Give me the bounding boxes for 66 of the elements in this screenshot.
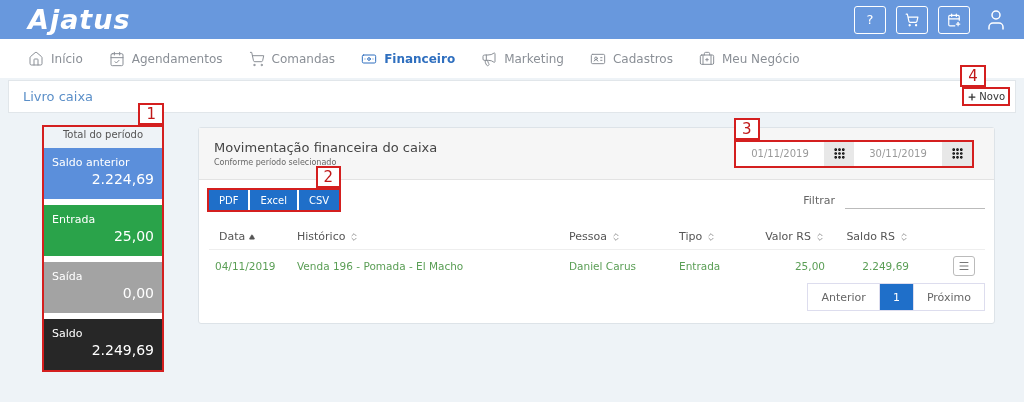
page-title: Livro caixa: [23, 89, 94, 104]
total-value: 2.224,69: [91, 171, 154, 187]
column-header[interactable]: Tipo: [679, 230, 741, 243]
page-button[interactable]: 1: [878, 283, 914, 311]
total-label: Saldo: [52, 327, 84, 340]
column-header[interactable]: Saldo RS: [825, 230, 909, 243]
panel-title: Movimentação financeira do caixa: [214, 140, 438, 155]
export-button[interactable]: CSV: [299, 190, 340, 210]
sort-icon: [610, 231, 621, 242]
grid-icon: [950, 147, 964, 160]
total-value: 2.249,69: [91, 342, 154, 358]
sort-icon: [899, 231, 909, 242]
logo: Ajatus: [28, 4, 131, 35]
table-cell-text: 25,00: [793, 259, 825, 272]
table-cell-text: 2.249,69: [861, 259, 909, 272]
total-label: Saldo anterior: [52, 156, 131, 169]
calendar-icon: [947, 12, 961, 27]
cart-icon: [248, 50, 265, 67]
table-cell-text: Venda 196 - Pomada - El Macho: [297, 259, 465, 272]
callout-number: 4: [960, 65, 986, 87]
grid-icon: [832, 147, 846, 160]
column-header[interactable]: Pessoa: [569, 230, 679, 243]
row-menu-button[interactable]: [953, 255, 975, 276]
nav-tab[interactable]: Agendamentos: [108, 50, 223, 67]
table-cell-text: Daniel Carus: [569, 259, 637, 272]
export-button[interactable]: Excel: [250, 190, 297, 210]
nav-tab[interactable]: Início: [28, 50, 83, 67]
nav-tab[interactable]: Meu Negócio: [698, 50, 800, 67]
column-header[interactable]: Valor RS: [741, 230, 825, 243]
sort-icon: [349, 231, 360, 242]
page-button[interactable]: Anterior: [807, 283, 880, 311]
calendar-button[interactable]: [942, 141, 972, 166]
cart-icon: [905, 12, 919, 27]
total-value: 0,00: [122, 285, 154, 301]
column-header[interactable]: Histórico: [297, 230, 569, 243]
briefcase-icon: [698, 50, 715, 67]
cart-button[interactable]: [896, 5, 928, 34]
sort-up-icon: [249, 233, 256, 240]
nav-tab[interactable]: Marketing: [481, 50, 564, 67]
nav-tab[interactable]: Financeiro: [361, 50, 456, 67]
plus-icon: [967, 91, 978, 102]
panel-subtitle: Conforme período selecionado: [214, 158, 338, 167]
callout-number: 1: [138, 103, 164, 125]
total-label: Entrada: [52, 213, 97, 226]
nav-tab[interactable]: Comandas: [248, 50, 336, 67]
callout-number: 2: [315, 166, 342, 188]
megaphone-icon: [481, 50, 498, 67]
page-button[interactable]: Próximo: [912, 283, 985, 311]
table-cell-text: Entrada: [679, 259, 722, 272]
help-button[interactable]: ?: [854, 5, 886, 34]
date-field[interactable]: 30/11/2019: [854, 141, 942, 166]
filter-label: Filtrar: [803, 193, 835, 207]
house-icon: [28, 50, 44, 67]
date-field[interactable]: 01/11/2019: [736, 141, 824, 166]
export-button[interactable]: PDF: [209, 190, 249, 210]
calendar-icon: [108, 50, 125, 67]
calendar-button[interactable]: [824, 141, 854, 166]
nav-tab[interactable]: Cadastros: [589, 50, 673, 67]
total-label: Saída: [52, 270, 84, 283]
sort-icon: [815, 231, 825, 242]
total-value: 25,00: [113, 228, 154, 244]
table-cell-text: 04/11/2019: [214, 259, 277, 272]
column-header[interactable]: Data: [209, 230, 297, 243]
menu-icon: [958, 259, 970, 272]
sort-icon: [706, 231, 717, 242]
callout-number: 3: [734, 117, 760, 140]
